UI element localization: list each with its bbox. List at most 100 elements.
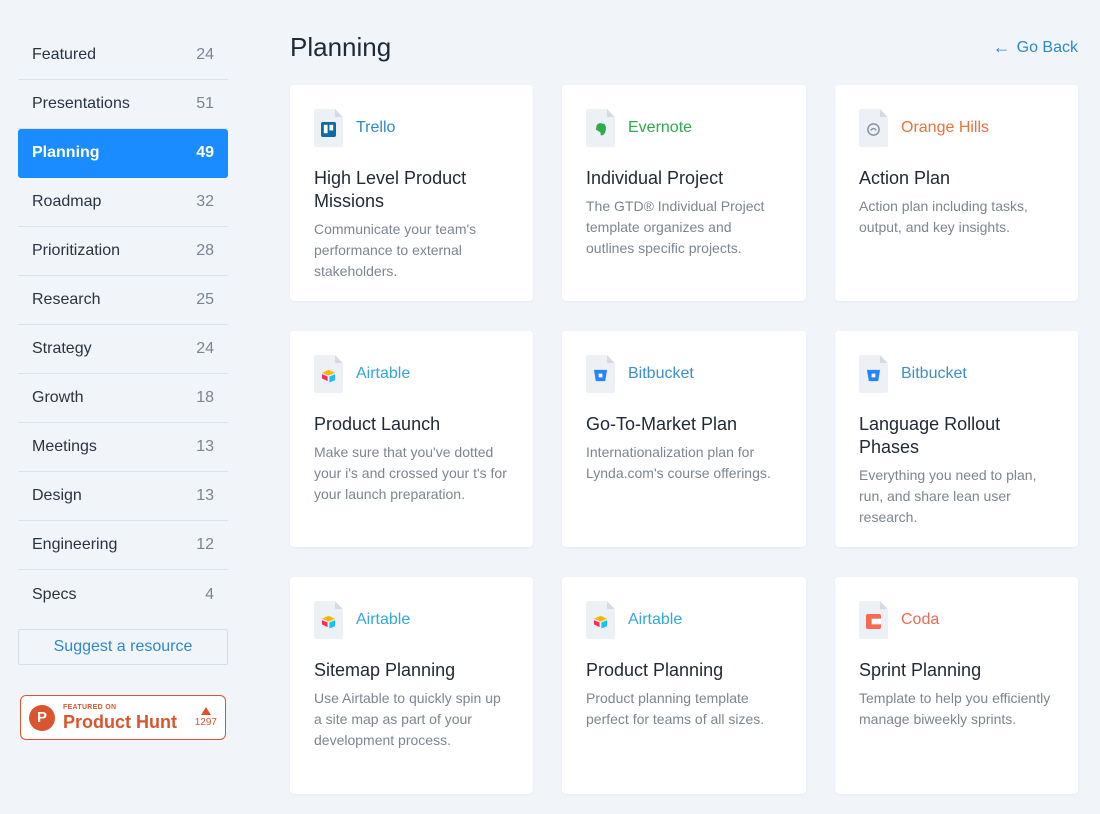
template-card[interactable]: Bitbucket Language Rollout Phases Everythi… (835, 331, 1078, 547)
airtable-icon (593, 614, 608, 629)
sidebar-item-label: Meetings (32, 438, 97, 455)
card-description: Make sure that you've dotted your i's an… (314, 444, 507, 502)
document-icon (859, 355, 888, 393)
go-back-label: Go Back (1016, 38, 1078, 56)
sidebar-item-planning[interactable]: Planning 49 (18, 129, 228, 178)
sidebar-item-count: 13 (196, 438, 214, 455)
sidebar-item-label: Specs (32, 585, 77, 603)
sidebar-item-prioritization[interactable]: Prioritization 28 (18, 227, 228, 276)
card-title: Individual Project (586, 168, 724, 188)
sidebar-item-count: 4 (205, 585, 214, 603)
sidebar-item-label: Engineering (32, 536, 118, 553)
category-list: Featured 24 Presentations 51 Planning 49 Roadm… (18, 31, 228, 619)
card-brand: Coda (901, 611, 940, 628)
card-header: Trello (314, 109, 509, 147)
sidebar-item-count: 51 (196, 95, 214, 112)
coda-icon (866, 614, 881, 629)
document-icon (586, 109, 615, 147)
product-hunt-name: Product Hunt (63, 712, 177, 732)
card-description: Communicate your team's performance to e… (314, 221, 477, 279)
card-description: Product planning template perfect for te… (586, 690, 765, 727)
card-description: Action plan including tasks, output, and… (859, 198, 1028, 235)
sidebar-item-label: Planning (32, 144, 100, 161)
card-description: Use Airtable to quickly spin up a site m… (314, 690, 501, 748)
card-brand: Orange Hills (901, 119, 990, 136)
sidebar-item-count: 24 (196, 46, 214, 63)
template-card[interactable]: Airtable Sitemap Planning Use Airtable to … (290, 577, 533, 794)
template-card[interactable]: Orange Hills Action Plan Action plan inclu… (835, 85, 1078, 301)
document-icon (314, 109, 343, 147)
sidebar-item-count: 28 (196, 242, 214, 259)
sidebar-item-label: Research (32, 291, 101, 308)
card-brand: Evernote (628, 119, 693, 136)
orange-hills-icon (866, 122, 881, 137)
card-description: The GTD® Individual Project template org… (586, 198, 765, 256)
sidebar-item-featured[interactable]: Featured 24 (18, 31, 228, 80)
document-icon (314, 601, 343, 639)
card-brand: Bitbucket (901, 365, 967, 382)
sidebar-item-label: Presentations (32, 95, 130, 112)
card-title: Sitemap Planning (314, 660, 456, 680)
bitbucket-icon (866, 368, 881, 383)
card-brand: Airtable (356, 365, 411, 382)
sidebar-item-meetings[interactable]: Meetings 13 (18, 423, 228, 472)
sidebar-item-count: 18 (196, 389, 214, 406)
sidebar-item-design[interactable]: Design 13 (18, 472, 228, 521)
upvote-arrow-icon (200, 707, 211, 715)
sidebar-item-label: Roadmap (32, 193, 102, 210)
sidebar-item-label: Prioritization (32, 242, 121, 259)
category-sidebar: Featured 24 Presentations 51 Planning 49 Roadm… (18, 31, 228, 665)
trello-icon (321, 122, 336, 137)
card-title: Product Launch (314, 414, 441, 434)
template-card[interactable]: Coda Sprint Planning Template to help you … (835, 577, 1078, 794)
sidebar-item-strategy[interactable]: Strategy 24 (18, 325, 228, 374)
sidebar-item-roadmap[interactable]: Roadmap 32 (18, 178, 228, 227)
sidebar-item-count: 49 (196, 144, 214, 161)
sidebar-item-engineering[interactable]: Engineering 12 (18, 521, 228, 570)
card-header: Bitbucket (859, 355, 1054, 393)
template-card[interactable]: Evernote Individual Project The GTD® Indiv… (562, 85, 806, 301)
card-title: Language Rollout Phases (859, 414, 1001, 457)
card-header: Airtable (314, 355, 509, 393)
sidebar-item-label: Featured (32, 46, 97, 63)
sidebar-item-research[interactable]: Research 25 (18, 276, 228, 325)
template-card[interactable]: Airtable Product Planning Product planning… (562, 577, 806, 794)
go-back-link[interactable]: ← Go Back (993, 37, 1078, 58)
card-description: Template to help you efficiently manage … (859, 690, 1051, 727)
product-hunt-text: FEATURED ON Product Hunt (63, 704, 177, 731)
airtable-icon (321, 368, 336, 383)
sidebar-item-count: 12 (196, 536, 214, 553)
card-header: Airtable (314, 601, 509, 639)
template-card[interactable]: Trello High Level Product Missions Communi… (290, 85, 533, 301)
arrow-left-icon: ← (992, 37, 1011, 57)
product-hunt-vote-count: 1297 (194, 717, 217, 728)
card-brand: Trello (356, 119, 396, 136)
evernote-icon (593, 122, 608, 137)
document-icon (314, 355, 343, 393)
suggest-resource-button[interactable]: Suggest a resource (18, 629, 228, 665)
sidebar-item-count: 13 (196, 487, 214, 504)
card-header: Airtable (586, 601, 782, 639)
card-brand: Airtable (356, 611, 411, 628)
card-title: Product Planning (586, 660, 724, 680)
sidebar-item-label: Strategy (32, 340, 92, 357)
sidebar-item-count: 24 (196, 340, 214, 357)
template-card[interactable]: Bitbucket Go-To-Market Plan Internationali… (562, 331, 806, 547)
sidebar-item-specs[interactable]: Specs 4 (18, 570, 228, 619)
card-brand: Bitbucket (628, 365, 694, 382)
sidebar-item-growth[interactable]: Growth 18 (18, 374, 228, 423)
template-grid: Trello High Level Product Missions Communi… (290, 85, 1078, 794)
product-hunt-badge[interactable]: P FEATURED ON Product Hunt 1297 (20, 695, 226, 740)
product-hunt-logo-icon: P (29, 704, 55, 731)
sidebar-item-label: Design (32, 487, 82, 504)
card-header: Orange Hills (859, 109, 1054, 147)
template-card[interactable]: Airtable Product Launch Make sure that you… (290, 331, 533, 547)
card-description: Internationalization plan for Lynda.com'… (586, 444, 771, 481)
document-icon (586, 355, 615, 393)
page-title: Planning (290, 32, 392, 62)
card-title: Action Plan (859, 168, 951, 188)
sidebar-item-presentations[interactable]: Presentations 51 (18, 80, 228, 129)
card-header: Bitbucket (586, 355, 782, 393)
sidebar-item-count: 25 (196, 291, 214, 308)
airtable-icon (321, 614, 336, 629)
